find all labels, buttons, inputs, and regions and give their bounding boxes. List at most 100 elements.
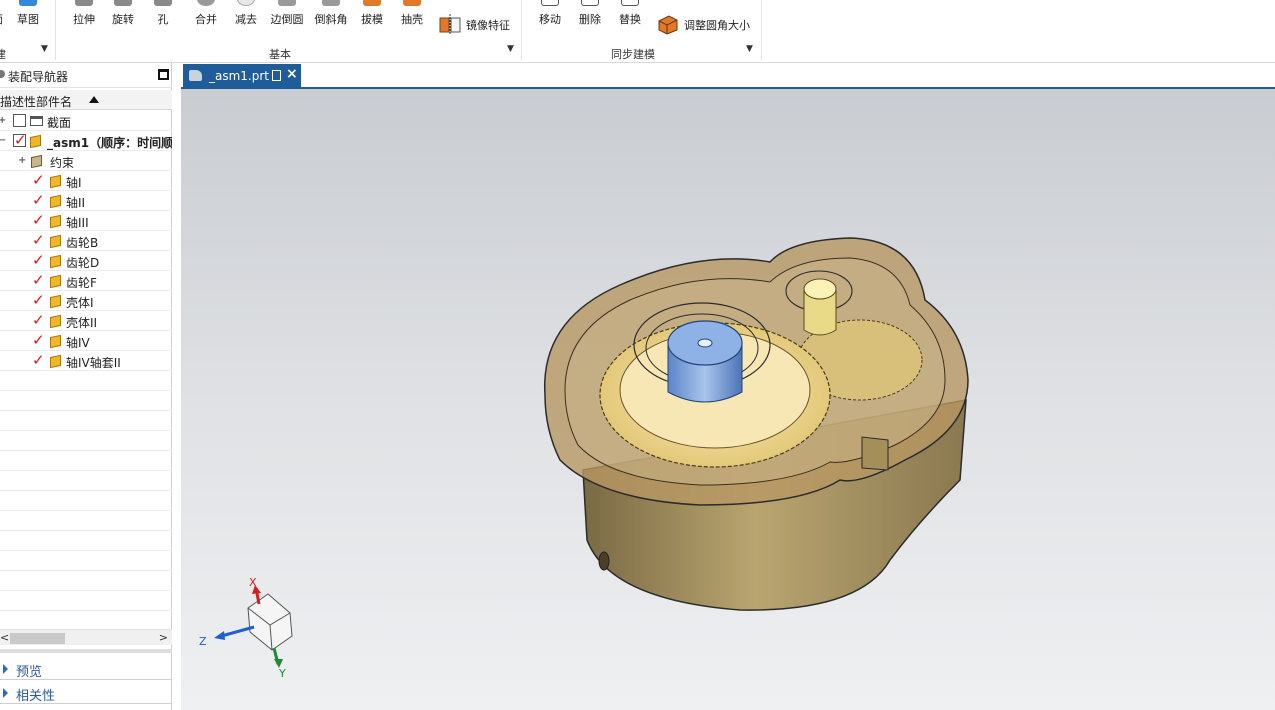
tree-row-empty <box>0 391 172 411</box>
edge-blend-icon <box>278 0 296 6</box>
tree-row-component[interactable]: ✓ 齿轮D <box>0 251 172 271</box>
part-icon <box>50 194 61 209</box>
mirror-feature-icon <box>439 14 461 35</box>
mirror-feature-button[interactable]: 镜像特征 <box>438 12 518 38</box>
part-icon <box>50 354 61 369</box>
visibility-checkbox[interactable] <box>13 114 26 127</box>
tree-row-label: 齿轮D <box>66 256 100 270</box>
basic-group-label: 基本 <box>269 48 291 61</box>
dependencies-section-label: 相关性 <box>16 689 56 704</box>
undock-icon[interactable] <box>272 70 281 81</box>
move-face-icon <box>541 0 559 6</box>
navigator-header: 装配导航器 <box>0 63 172 88</box>
graphics-viewport[interactable]: X Z Y <box>181 89 1275 710</box>
part-icon <box>50 334 61 349</box>
shell-button[interactable]: 抽壳 <box>392 0 432 30</box>
tree-row-empty <box>0 471 172 491</box>
group-expand-arrow-left[interactable]: ▼ <box>41 44 48 54</box>
maximize-icon[interactable] <box>158 69 169 80</box>
replace-face-button[interactable]: 替换 <box>610 0 650 30</box>
unite-icon <box>197 0 215 6</box>
tree-row-component[interactable]: ✓ 壳体I <box>0 291 172 311</box>
expand-arrow-icon <box>3 688 8 698</box>
tree-row-empty <box>0 591 172 611</box>
scroll-left-icon[interactable]: < <box>0 631 9 644</box>
check-mark-icon: ✓ <box>32 191 45 209</box>
tab-asm1-prt[interactable]: _asm1.prt × <box>183 64 301 88</box>
tree-row-component[interactable]: ✓ 壳体II <box>0 311 172 331</box>
hole-button[interactable]: 孔 <box>143 0 183 30</box>
basic-group-expand-arrow[interactable]: ▼ <box>507 44 514 54</box>
dependencies-section[interactable]: 相关性 <box>0 682 172 704</box>
group-label-partial: 建 <box>0 48 6 61</box>
tree-row-empty <box>0 511 172 531</box>
tree-row-empty <box>0 491 172 511</box>
chamfer-button[interactable]: 倒斜角 <box>311 0 351 30</box>
tree-row-label: 轴III <box>66 216 89 230</box>
sketch-label: 草图 <box>17 13 39 26</box>
edge-blend-button[interactable]: 边倒圆 <box>267 0 307 30</box>
check-mark-icon: ✓ <box>32 271 45 289</box>
sort-ascending-icon[interactable] <box>89 96 99 103</box>
shell-icon <box>403 0 421 6</box>
expand-icon[interactable]: + <box>18 155 26 166</box>
mirror-feature-label: 镜像特征 <box>466 19 510 32</box>
horizontal-scrollbar[interactable]: < > <box>0 629 172 645</box>
tree-row-empty <box>0 371 172 391</box>
tree-row-component[interactable]: ✓ 轴IV <box>0 331 172 351</box>
sync-group-expand-arrow[interactable]: ▼ <box>746 44 753 54</box>
constraints-icon <box>31 154 42 169</box>
panel-splitter[interactable] <box>0 649 172 653</box>
tree-row-section[interactable]: + 截面 <box>0 111 172 131</box>
tree-row-empty <box>0 531 172 551</box>
sketch-icon <box>19 0 37 6</box>
navigator-settings-icon[interactable] <box>0 70 5 78</box>
tree-row-empty <box>0 551 172 571</box>
column-header-label: 描述性部件名 <box>0 95 73 109</box>
tree-row-component[interactable]: ✓ 轴III <box>0 211 172 231</box>
scrollbar-thumb[interactable] <box>10 633 65 644</box>
tree-row-component[interactable]: ✓ 轴IV轴套II <box>0 351 172 371</box>
folder-icon <box>30 116 43 126</box>
tree-row-label: 轴IV轴套II <box>66 356 121 370</box>
tree-row-empty <box>0 411 172 431</box>
tree-row-component[interactable]: ✓ 齿轮F <box>0 271 172 291</box>
assembly-tree: + 截面 − ✓ _asm1（顺序：时间顺序） + 约束 ✓ 轴I ✓ <box>0 111 172 635</box>
collapse-icon[interactable]: − <box>0 135 6 146</box>
group-separator <box>761 0 762 60</box>
tree-row-label: 轴IV <box>66 336 90 350</box>
resize-blend-button[interactable]: 调整圆角大小 <box>656 12 756 38</box>
tree-row-component[interactable]: ✓ 轴II <box>0 191 172 211</box>
sketch-button[interactable]: 草图 <box>8 0 48 30</box>
view-triad: X Z Y <box>199 576 293 680</box>
tree-row-component[interactable]: ✓ 轴I <box>0 171 172 191</box>
check-mark-icon: ✓ <box>14 131 27 149</box>
scroll-right-icon[interactable]: > <box>159 631 168 644</box>
extrude-icon <box>75 0 93 6</box>
tree-row-label: 轴I <box>66 176 82 190</box>
tree-row-label: 壳体II <box>66 316 98 330</box>
preview-section-label: 预览 <box>16 665 43 680</box>
close-icon[interactable]: × <box>286 66 298 82</box>
tree-row-label: 截面 <box>47 116 72 130</box>
tree-row-assembly[interactable]: − ✓ _asm1（顺序：时间顺序） <box>0 131 172 151</box>
column-header[interactable]: 描述性部件名 <box>0 90 172 110</box>
group-separator <box>521 0 522 60</box>
preview-section[interactable]: 预览 <box>0 658 172 680</box>
tree-row-component[interactable]: ✓ 齿轮B <box>0 231 172 251</box>
chamfer-icon <box>322 0 340 6</box>
subtract-button[interactable]: 减去 <box>226 0 266 30</box>
part-icon <box>50 314 61 329</box>
expand-icon[interactable]: + <box>0 115 6 126</box>
triad-cube-icon <box>247 593 293 651</box>
tree-row-label: 齿轮F <box>66 276 97 290</box>
replace-face-icon <box>621 0 639 6</box>
part-icon <box>50 254 61 269</box>
x-axis-label: X <box>249 576 257 589</box>
part-file-icon <box>189 70 202 81</box>
tree-row-constraints[interactable]: + 约束 <box>0 151 172 171</box>
assembly-icon <box>30 134 41 149</box>
draft-icon <box>363 0 381 6</box>
shell-label: 抽壳 <box>401 13 423 26</box>
tree-row-empty <box>0 571 172 591</box>
